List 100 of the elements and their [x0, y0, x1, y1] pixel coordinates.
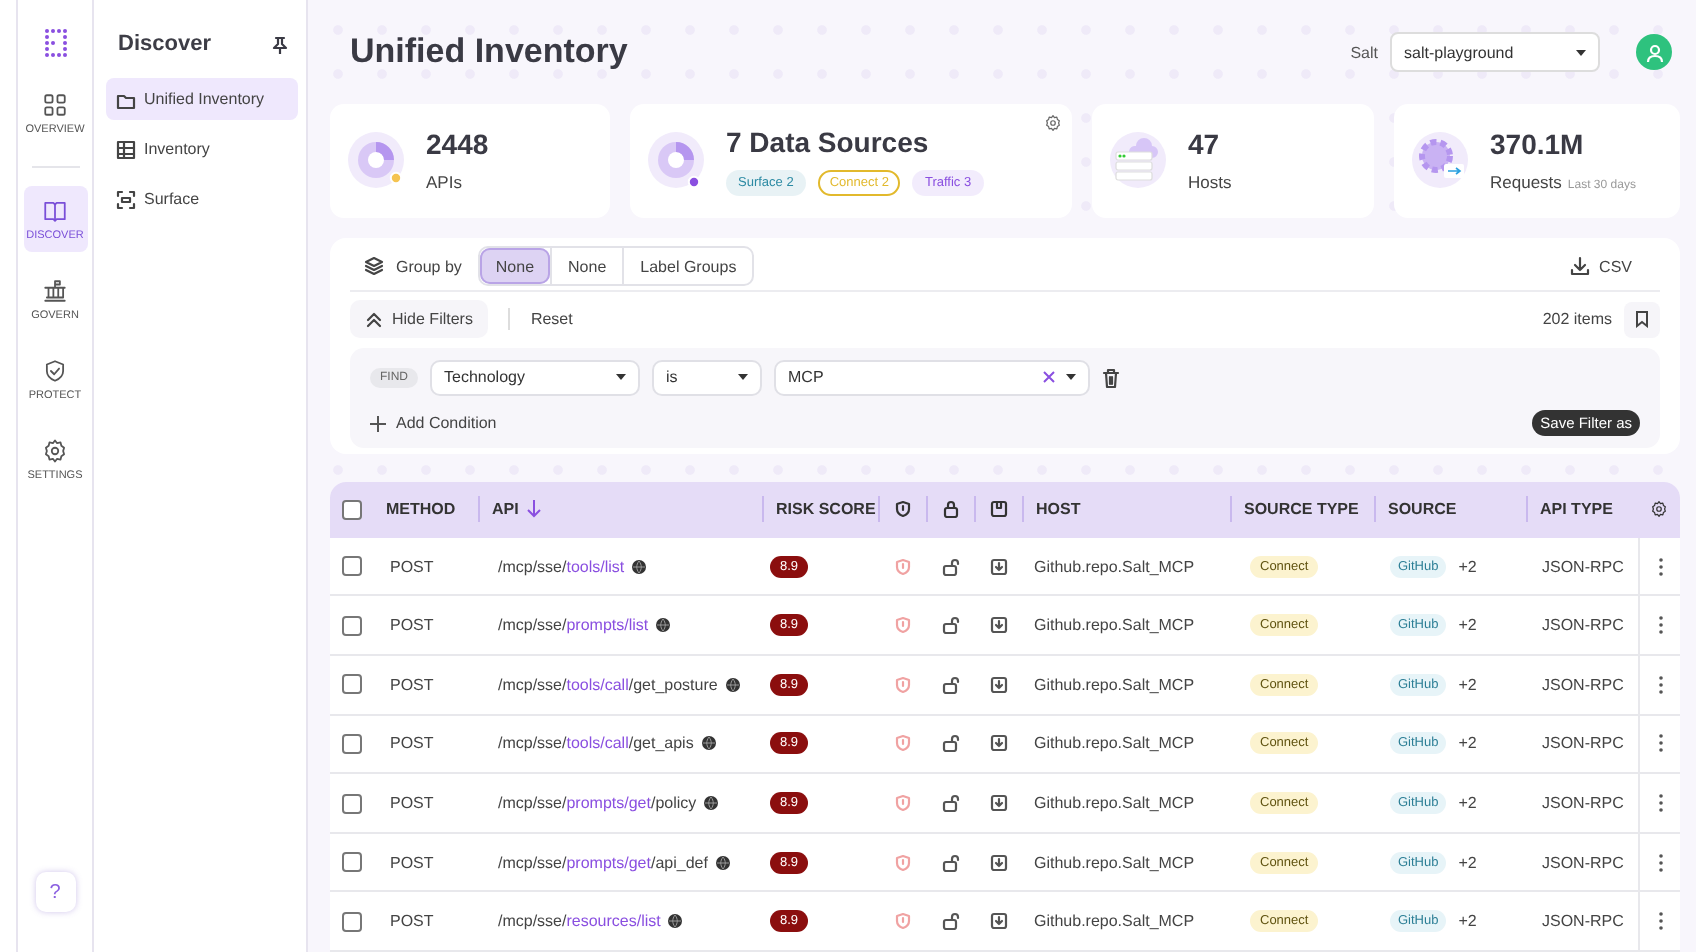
- checkbox[interactable]: [342, 733, 362, 754]
- checkbox[interactable]: [342, 911, 362, 932]
- document-icon[interactable]: [990, 500, 1008, 519]
- globe-icon: [704, 796, 719, 811]
- import-icon: [989, 616, 1007, 635]
- column-header[interactable]: METHOD: [386, 500, 456, 519]
- plus-icon: [370, 415, 386, 432]
- settings-icon: [42, 438, 68, 464]
- column-header[interactable]: RISK SCORE: [776, 500, 876, 519]
- more-icon[interactable]: [1657, 557, 1663, 576]
- unlock-icon: [941, 734, 959, 753]
- stat-value: 7 Data Sources: [726, 125, 931, 158]
- unlock-icon: [941, 675, 959, 694]
- settings-icon[interactable]: [1044, 113, 1062, 132]
- method-cell-text: POST: [388, 616, 436, 635]
- checkbox[interactable]: [342, 852, 362, 873]
- unlock-icon: [941, 912, 959, 931]
- field-select[interactable]: Technology: [430, 359, 640, 396]
- hide-filters-button[interactable]: Hide Filters: [350, 300, 489, 339]
- pin-icon[interactable]: [270, 35, 288, 53]
- shield-icon: [893, 675, 911, 694]
- api-type-cell-text: JSON-RPC: [1540, 734, 1626, 753]
- api-path[interactable]: /mcp/sse/prompts/get/api_def: [498, 853, 708, 872]
- more-icon[interactable]: [1657, 734, 1663, 753]
- column-header[interactable]: API: [492, 500, 543, 519]
- server-icon: [1108, 130, 1168, 191]
- shield-icon: [893, 734, 911, 753]
- checkbox[interactable]: [342, 499, 362, 520]
- shield-icon: [42, 358, 68, 384]
- sidebar-item[interactable]: Unified Inventory: [106, 78, 298, 120]
- checkbox[interactable]: [342, 793, 362, 814]
- tenant-select[interactable]: salt-playground: [1390, 32, 1600, 73]
- api-path[interactable]: /mcp/sse/prompts/list: [498, 616, 649, 635]
- shield-icon: [893, 616, 911, 635]
- group-option[interactable]: Label Groups: [622, 248, 753, 285]
- more-count: +2: [1458, 675, 1477, 694]
- api-path[interactable]: /mcp/sse/prompts/get/policy: [498, 794, 697, 813]
- more-icon[interactable]: [1657, 794, 1663, 813]
- trash-icon[interactable]: [1102, 367, 1120, 388]
- stat-value: 2448: [426, 128, 489, 161]
- more-count: +2: [1458, 734, 1477, 753]
- more-icon[interactable]: [1657, 616, 1663, 635]
- operator-select[interactable]: is: [652, 359, 762, 396]
- caret-icon: [1066, 374, 1076, 381]
- globe-icon: [668, 914, 683, 929]
- more-count: +2: [1458, 616, 1477, 635]
- api-path[interactable]: /mcp/sse/tools/call/get_posture: [498, 675, 718, 694]
- sidebar-item[interactable]: Inventory: [106, 128, 298, 170]
- stat-label: Requests: [1490, 172, 1562, 193]
- globe-icon: [715, 855, 730, 870]
- column-header[interactable]: SOURCE TYPE: [1244, 500, 1359, 519]
- stat-value: 47: [1188, 128, 1222, 161]
- checkbox[interactable]: [342, 674, 362, 695]
- donut-icon: [646, 130, 706, 191]
- method-cell-text: POST: [388, 734, 436, 753]
- column-header[interactable]: API TYPE: [1540, 500, 1613, 519]
- method-cell-text: POST: [388, 794, 436, 813]
- checkbox[interactable]: [342, 615, 362, 636]
- shield-icon[interactable]: [894, 500, 912, 519]
- column-header[interactable]: SOURCE: [1388, 500, 1457, 519]
- folder-icon: [116, 89, 136, 109]
- tenant-label: Salt: [1350, 43, 1378, 62]
- sidebar-item[interactable]: Surface: [106, 178, 298, 220]
- api-type-cell-text: JSON-RPC: [1540, 912, 1626, 931]
- logo-icon: [43, 28, 67, 58]
- checkbox[interactable]: [342, 556, 362, 577]
- grid-icon: [42, 92, 68, 118]
- close-icon[interactable]: [1042, 370, 1056, 385]
- shield-icon: [893, 794, 911, 813]
- group-option[interactable]: None: [550, 248, 623, 285]
- help-button[interactable]: ?: [35, 872, 75, 912]
- unlock-icon: [941, 557, 959, 576]
- bookmark-button[interactable]: [1624, 301, 1660, 338]
- stat-label: APIs: [426, 172, 462, 193]
- lock-icon[interactable]: [942, 500, 960, 519]
- api-path[interactable]: /mcp/sse/resources/list: [498, 912, 661, 931]
- more-icon[interactable]: [1657, 912, 1663, 931]
- host-cell-text: Github.repo.Salt_MCP: [1032, 675, 1197, 694]
- group-option[interactable]: None: [479, 248, 551, 285]
- gear-icon: [1410, 130, 1470, 191]
- building-icon: [42, 278, 68, 304]
- donut-icon: [346, 130, 406, 191]
- settings-icon[interactable]: [1650, 500, 1668, 519]
- more-icon[interactable]: [1657, 675, 1663, 694]
- add-condition-button[interactable]: Add Condition: [370, 414, 497, 433]
- method-cell-text: POST: [388, 853, 436, 872]
- table-icon: [116, 139, 136, 159]
- api-path[interactable]: /mcp/sse/tools/call/get_apis: [498, 734, 694, 753]
- stat-value: 370.1M: [1490, 128, 1586, 161]
- bookmark-icon: [1634, 310, 1650, 329]
- host-cell-text: Github.repo.Salt_MCP: [1032, 912, 1197, 931]
- sort-arrow-icon: [526, 500, 543, 519]
- column-header[interactable]: HOST: [1036, 500, 1081, 519]
- host-cell-text: Github.repo.Salt_MCP: [1032, 794, 1197, 813]
- unlock-icon: [941, 853, 959, 872]
- value-field[interactable]: MCP: [774, 359, 1090, 396]
- reset-button[interactable]: Reset: [530, 310, 573, 329]
- api-path[interactable]: /mcp/sse/tools/list: [498, 557, 625, 576]
- more-icon[interactable]: [1657, 853, 1663, 872]
- csv-button[interactable]: CSV: [1569, 256, 1632, 277]
